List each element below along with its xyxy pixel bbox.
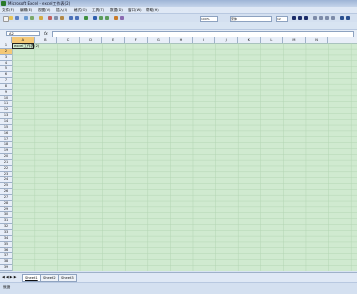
sheet-nav-buttons[interactable]: ◀ ◀ ▶ ▶ <box>2 275 16 279</box>
spelling-icon[interactable] <box>39 16 43 20</box>
align-left-icon[interactable] <box>313 16 317 20</box>
save-icon[interactable] <box>15 16 19 20</box>
autosum-icon[interactable] <box>93 16 97 20</box>
zoom-select[interactable]: 100% <box>200 16 218 22</box>
fx-label[interactable]: fx <box>44 31 48 36</box>
font-size-select[interactable]: 12 <box>276 16 288 22</box>
formula-bar: A2 fx <box>0 29 357 38</box>
hyperlink-icon[interactable] <box>84 16 88 20</box>
percent-icon[interactable] <box>346 16 350 20</box>
sheet-tab-sheet2[interactable]: Sheet2 <box>40 274 59 282</box>
sort-desc-icon[interactable] <box>105 16 109 20</box>
sheet-tab-sheet1[interactable]: Sheet1 <box>22 274 41 282</box>
menu-view[interactable]: 视图(V) <box>38 8 50 12</box>
cell-grid[interactable] <box>12 43 357 271</box>
menu-window[interactable]: 窗口(W) <box>128 8 142 12</box>
status-text: 就绪 <box>3 285 11 289</box>
status-bar: 就绪 <box>0 282 357 294</box>
drawing-icon[interactable] <box>120 16 124 20</box>
align-right-icon[interactable] <box>325 16 329 20</box>
print-icon[interactable] <box>24 16 28 20</box>
menu-file[interactable]: 文件(F) <box>2 8 14 12</box>
sheet-tab-bar: ◀ ◀ ▶ ▶ Sheet1 Sheet2 Sheet3 <box>0 272 357 282</box>
currency-icon[interactable] <box>340 16 344 20</box>
title-bar: Microsoft Excel - excel工作表(2) <box>0 0 357 7</box>
underline-icon[interactable] <box>304 16 308 20</box>
cut-icon[interactable] <box>48 16 52 20</box>
cell-a1[interactable]: excel工作表(2) <box>12 43 39 49</box>
worksheet: A B C D E F G H I J K L M N 1 2 3 4 5 6 … <box>0 37 357 271</box>
open-icon[interactable] <box>9 16 13 20</box>
menu-help[interactable]: 帮助(H) <box>146 8 159 12</box>
bold-icon[interactable] <box>292 16 296 20</box>
chart-wizard-icon[interactable] <box>114 16 118 20</box>
window-title: Microsoft Excel - excel工作表(2) <box>8 1 71 6</box>
name-box[interactable]: A2 <box>6 31 40 36</box>
sort-asc-icon[interactable] <box>99 16 103 20</box>
preview-icon[interactable] <box>30 16 34 20</box>
redo-icon[interactable] <box>75 16 79 20</box>
paste-icon[interactable] <box>60 16 64 20</box>
merge-center-icon[interactable] <box>331 16 335 20</box>
sheet-tab-sheet3[interactable]: Sheet3 <box>58 274 77 282</box>
copy-icon[interactable] <box>54 16 58 20</box>
undo-icon[interactable] <box>69 16 73 20</box>
menu-edit[interactable]: 编辑(E) <box>20 8 32 12</box>
font-name-select[interactable]: 宋体 <box>230 16 272 22</box>
row-header[interactable]: 39 <box>0 265 12 271</box>
align-center-icon[interactable] <box>319 16 323 20</box>
excel-icon <box>1 1 6 6</box>
menu-tools[interactable]: 工具(T) <box>92 8 104 12</box>
standard-toolbar: 100% 宋体 12 <box>0 13 357 22</box>
menu-insert[interactable]: 插入(I) <box>56 8 67 12</box>
menu-data[interactable]: 数据(D) <box>110 8 123 12</box>
italic-icon[interactable] <box>298 16 302 20</box>
menu-format[interactable]: 格式(O) <box>74 8 87 12</box>
